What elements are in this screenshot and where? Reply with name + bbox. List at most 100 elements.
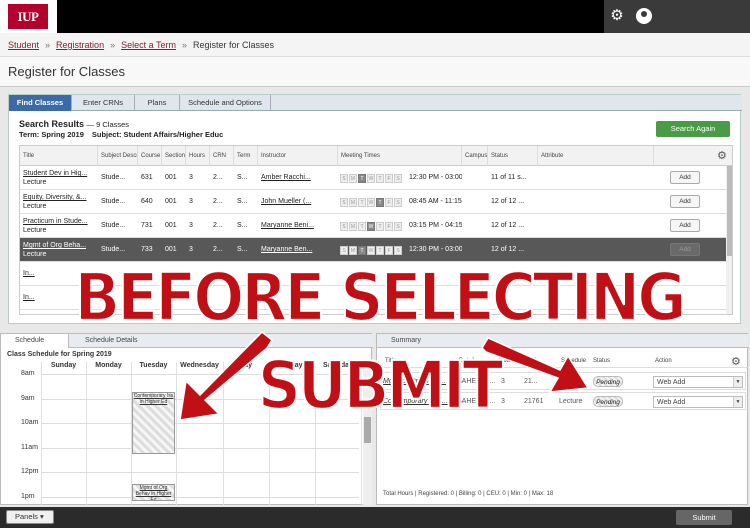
day-indicator: S	[340, 198, 348, 207]
user-icon[interactable]	[636, 8, 652, 24]
day-header: Tuesday	[139, 362, 168, 369]
col-meeting-times[interactable]: Meeting Times	[338, 146, 462, 166]
tab-bar: Find Classes Enter CRNs Plans Schedule a…	[9, 95, 742, 111]
hour-line	[41, 447, 359, 449]
cell-time: 12:30 PM - 03:00	[409, 174, 462, 181]
action-select[interactable]: Web Add ▼	[653, 396, 743, 408]
hour-label: 10am	[21, 419, 39, 426]
col-title[interactable]: Title	[20, 146, 98, 166]
chevron-down-icon[interactable]: ▼	[733, 377, 742, 387]
cell-status: 12 of 12 ...	[491, 198, 525, 205]
overlay-banner-text: BEFORE SELECTING SUBMIT	[74, 258, 688, 425]
action-select[interactable]: Web Add ▼	[653, 376, 743, 388]
day-indicator: M	[349, 198, 357, 207]
day-indicator: W	[367, 174, 375, 183]
tab-schedule-options[interactable]: Schedule and Options	[180, 95, 271, 111]
cell-hours: 3	[189, 222, 193, 229]
cell-instructor[interactable]: Maryanne Beni...	[258, 214, 338, 238]
schedule-title: Class Schedule for Spring 2019	[7, 351, 112, 358]
cell-subject: Stude...	[101, 222, 126, 229]
table-row[interactable]: Practicum in Stude... Lecture Stude... 731 0…	[20, 214, 732, 238]
cell-crn: 2...	[213, 198, 223, 205]
search-again-button[interactable]: Search Again	[656, 121, 730, 137]
breadcrumb: Student» Registration» Select a Term» Regis…	[0, 33, 750, 57]
logo-text: IUP	[8, 4, 48, 29]
grid-settings-gear-icon[interactable]: ⚙	[717, 149, 727, 162]
top-icons: ⚙	[604, 0, 750, 33]
cell-section: 001	[165, 222, 177, 229]
cell-title[interactable]: Equity, Diversity, &... Lecture	[20, 190, 98, 214]
scrollbar-thumb[interactable]	[727, 166, 732, 256]
cell-title[interactable]: Practicum in Stude... Lecture	[20, 214, 98, 238]
cell-title[interactable]: Student Dev in Hig... Lecture	[20, 166, 98, 190]
panels-button[interactable]: Panels ▾	[6, 510, 54, 524]
cell-crn: 2...	[213, 222, 223, 229]
schedule-block[interactable]: Mgmt of Org Behav in Higher Ed	[132, 484, 175, 502]
submit-button[interactable]: Submit	[676, 510, 732, 525]
breadcrumb-select-term[interactable]: Select a Term	[121, 40, 176, 50]
day-header: Wednesday	[180, 362, 219, 369]
status-badge: Pending	[593, 396, 623, 407]
breadcrumb-registration[interactable]: Registration	[56, 40, 104, 50]
tab-find-classes[interactable]: Find Classes	[9, 95, 72, 111]
summary-col-schedule: Schedule	[561, 358, 587, 364]
day-indicator: T	[376, 198, 384, 207]
col-subject[interactable]: Subject Descr	[98, 146, 138, 166]
day-indicator: W	[367, 222, 375, 231]
cell-term: S...	[237, 222, 248, 229]
summary-cell-hours: 3	[501, 398, 505, 405]
cell-term: S...	[237, 198, 248, 205]
add-button[interactable]: Add	[670, 171, 700, 184]
table-row[interactable]: Equity, Diversity, &... Lecture Stude... 64…	[20, 190, 732, 214]
cell-status: 11 of 11 s...	[491, 174, 527, 181]
day-indicator: F	[385, 222, 393, 231]
cell-instructor[interactable]: John Mueller (...	[258, 190, 338, 214]
grid-header: Title Subject Descr Course Section Hours…	[20, 146, 732, 166]
day-indicator: M	[349, 222, 357, 231]
table-row[interactable]: Student Dev in Hig... Lecture Stude... 631 0…	[20, 166, 732, 190]
calendar-gridline	[86, 362, 87, 506]
top-bar: IUP ⚙	[0, 0, 750, 33]
day-indicator: T	[358, 174, 366, 183]
cell-time: 03:15 PM - 04:15	[409, 222, 462, 229]
chevron-down-icon[interactable]: ▼	[733, 397, 742, 407]
meeting-days: SMTWTFS	[340, 197, 403, 207]
col-course[interactable]: Course	[138, 146, 162, 166]
summary-col-action: Action	[655, 358, 672, 364]
col-attribute[interactable]: Attribute	[538, 146, 654, 166]
add-button[interactable]: Add	[670, 219, 700, 232]
day-indicator: W	[367, 198, 375, 207]
grid-scrollbar[interactable]	[726, 166, 732, 314]
hour-label: 9am	[21, 394, 35, 402]
schedule-block[interactable]: Contemporary Iss in Higher Ed	[132, 392, 175, 454]
day-header: Monday	[95, 362, 122, 369]
col-status[interactable]: Status	[488, 146, 538, 166]
add-button[interactable]: Add	[670, 195, 700, 208]
gear-icon[interactable]: ⚙	[609, 8, 625, 24]
day-indicator: T	[376, 222, 384, 231]
cell-time: 08:45 AM - 11:15	[409, 198, 462, 205]
hour-label: 11am	[21, 443, 38, 451]
tab-plans[interactable]: Plans	[135, 95, 180, 111]
summary-settings-gear-icon[interactable]: ⚙	[731, 355, 741, 368]
col-term[interactable]: Term	[234, 146, 258, 166]
cell-section: 001	[165, 198, 177, 205]
col-campus[interactable]: Campus	[462, 146, 488, 166]
logo[interactable]: IUP	[0, 0, 57, 33]
breadcrumb-student[interactable]: Student	[8, 40, 39, 50]
meeting-days: SMTWTFS	[340, 221, 403, 231]
search-results-heading: Search Results — 9 Classes	[19, 119, 130, 129]
day-indicator: T	[358, 198, 366, 207]
cell-section: 001	[165, 174, 177, 181]
col-section[interactable]: Section	[162, 146, 186, 166]
col-instructor[interactable]: Instructor	[258, 146, 338, 166]
day-indicator: S	[394, 174, 402, 183]
summary-col-status: Status	[593, 358, 611, 364]
calendar-gridline	[41, 362, 42, 506]
col-crn[interactable]: CRN	[210, 146, 234, 166]
cell-hours: 3	[189, 174, 193, 181]
tab-enter-crns[interactable]: Enter CRNs	[72, 95, 135, 111]
cell-instructor[interactable]: Amber Racchi...	[258, 166, 338, 190]
summary-cell-crn: 21...	[524, 378, 538, 385]
col-hours[interactable]: Hours	[186, 146, 210, 166]
